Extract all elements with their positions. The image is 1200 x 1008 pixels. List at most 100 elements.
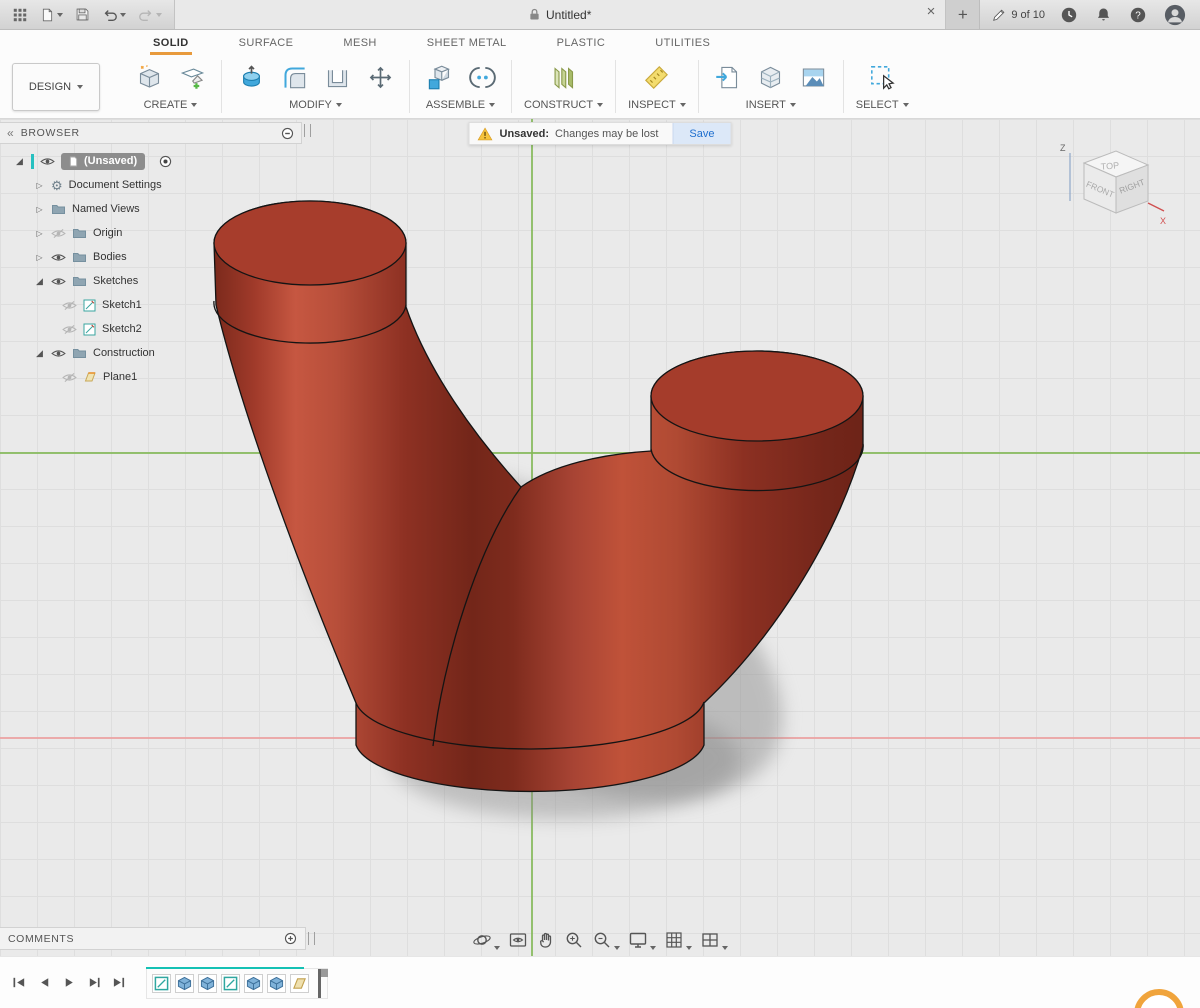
- new-tab-button[interactable]: +: [946, 0, 980, 29]
- select-cursor-icon[interactable]: [865, 60, 899, 94]
- grid-settings-tool[interactable]: [664, 930, 692, 950]
- tab-sheet-metal[interactable]: SHEET METAL: [424, 34, 510, 55]
- save-icon-button[interactable]: [73, 3, 92, 27]
- comments-panel[interactable]: COMMENTS: [0, 927, 306, 950]
- design-workspace-menu[interactable]: DESIGN: [12, 63, 100, 111]
- browser-item-bodies[interactable]: ▷ Bodies: [0, 245, 302, 269]
- timeline-feature-extrude[interactable]: [267, 974, 286, 993]
- new-solid-icon[interactable]: [132, 60, 166, 94]
- expander-icon[interactable]: ◢: [14, 156, 25, 167]
- browser-item-root[interactable]: ◢ (Unsaved): [0, 149, 302, 173]
- tab-utilities[interactable]: UTILITIES: [652, 34, 713, 55]
- expander-icon[interactable]: ▷: [34, 229, 45, 238]
- browser-item-document-settings[interactable]: ▷ ⚙ Document Settings: [0, 173, 302, 197]
- visibility-eye-off-icon[interactable]: [62, 372, 77, 383]
- panel-dock-icon[interactable]: [281, 127, 294, 140]
- save-button[interactable]: Save: [672, 123, 730, 144]
- help-icon[interactable]: ?: [1127, 3, 1149, 27]
- expander-icon[interactable]: ▷: [34, 253, 45, 262]
- shell-icon[interactable]: [320, 60, 354, 94]
- browser-panel-handle[interactable]: [304, 124, 311, 137]
- expander-icon[interactable]: ▷: [34, 181, 45, 190]
- visibility-eye-off-icon[interactable]: [62, 324, 77, 335]
- app-grid-icon[interactable]: [10, 3, 30, 27]
- create-sketch-icon[interactable]: [175, 60, 209, 94]
- canvas-icon[interactable]: [797, 60, 831, 94]
- session-counter[interactable]: 9 of 10: [992, 8, 1045, 22]
- browser-item-origin[interactable]: ▷ Origin: [0, 221, 302, 245]
- skip-start-button[interactable]: [12, 976, 27, 989]
- timeline-feature-sketch[interactable]: [221, 974, 240, 993]
- visibility-eye-off-icon[interactable]: [62, 300, 77, 311]
- timeline-feature-plane[interactable]: [290, 974, 309, 993]
- expander-icon[interactable]: ◢: [34, 276, 45, 287]
- tab-surface[interactable]: SURFACE: [236, 34, 297, 55]
- press-pull-icon[interactable]: [234, 60, 268, 94]
- add-comment-icon[interactable]: [284, 932, 297, 945]
- timeline-playhead[interactable]: [318, 969, 321, 998]
- timeline-track[interactable]: [146, 968, 328, 999]
- browser-item-sketches[interactable]: ◢ Sketches: [0, 269, 302, 293]
- visibility-eye-icon[interactable]: [51, 348, 66, 359]
- collapse-panel-icon[interactable]: «: [7, 127, 14, 139]
- construct-label[interactable]: CONSTRUCT: [524, 99, 603, 111]
- playhead-handle[interactable]: [321, 969, 328, 977]
- display-settings-tool[interactable]: [628, 930, 656, 950]
- expander-icon[interactable]: ▷: [34, 205, 45, 214]
- play-button[interactable]: [62, 976, 77, 989]
- viewports-tool[interactable]: [700, 930, 728, 950]
- comments-panel-handle[interactable]: [308, 932, 315, 945]
- fillet-icon[interactable]: [277, 60, 311, 94]
- visibility-eye-icon[interactable]: [51, 276, 66, 287]
- tab-plastic[interactable]: PLASTIC: [554, 34, 609, 55]
- visibility-eye-off-icon[interactable]: [51, 228, 66, 239]
- insert-mesh-icon[interactable]: [754, 60, 788, 94]
- undo-button[interactable]: [100, 3, 128, 27]
- move-copy-icon[interactable]: [363, 60, 397, 94]
- notifications-bell-icon[interactable]: [1093, 3, 1114, 27]
- insert-derive-icon[interactable]: [711, 60, 745, 94]
- browser-item-plane1[interactable]: Plane1: [0, 365, 302, 389]
- joint-icon[interactable]: [465, 60, 499, 94]
- timeline-feature-sketch[interactable]: [152, 974, 171, 993]
- assemble-label[interactable]: ASSEMBLE: [426, 99, 495, 111]
- pan-tool[interactable]: [536, 930, 556, 950]
- step-forward-button[interactable]: [87, 976, 102, 989]
- browser-header[interactable]: « BROWSER: [0, 122, 302, 144]
- visibility-eye-icon[interactable]: [51, 252, 66, 263]
- select-label[interactable]: SELECT: [856, 99, 909, 111]
- document-tab[interactable]: Untitled* ×: [174, 0, 946, 29]
- user-avatar[interactable]: [1162, 3, 1188, 27]
- modify-label[interactable]: MODIFY: [289, 99, 342, 111]
- measure-icon[interactable]: [640, 60, 674, 94]
- browser-item-named-views[interactable]: ▷ Named Views: [0, 197, 302, 221]
- fit-tool[interactable]: [592, 930, 620, 950]
- expander-icon[interactable]: ◢: [34, 348, 45, 359]
- active-component-radio[interactable]: [159, 155, 172, 168]
- job-status-clock-icon[interactable]: [1058, 3, 1080, 27]
- viewport-3d[interactable]: Z TOP FRONT RIGHT X Unsaved: Changes may…: [0, 119, 1200, 956]
- redo-button[interactable]: [136, 3, 164, 27]
- assistant-badge[interactable]: [1134, 989, 1184, 1008]
- browser-item-sketch2[interactable]: Sketch2: [0, 317, 302, 341]
- skip-end-button[interactable]: [112, 976, 127, 989]
- insert-label[interactable]: INSERT: [746, 99, 796, 111]
- timeline-feature-extrude[interactable]: [244, 974, 263, 993]
- inspect-label[interactable]: INSPECT: [628, 99, 686, 111]
- look-at-tool[interactable]: [508, 930, 528, 950]
- tab-mesh[interactable]: MESH: [340, 34, 379, 55]
- browser-item-sketch1[interactable]: Sketch1: [0, 293, 302, 317]
- tab-solid[interactable]: SOLID: [150, 34, 192, 55]
- file-menu-button[interactable]: [38, 3, 65, 27]
- right-branch-top-face[interactable]: [651, 351, 863, 441]
- root-document-pill[interactable]: (Unsaved): [61, 153, 145, 170]
- viewcube[interactable]: Z TOP FRONT RIGHT X: [1050, 139, 1174, 243]
- timeline-feature-extrude[interactable]: [175, 974, 194, 993]
- tab-close-icon[interactable]: ×: [927, 4, 936, 19]
- timeline-feature-extrude[interactable]: [198, 974, 217, 993]
- zoom-tool[interactable]: [564, 930, 584, 950]
- orbit-tool[interactable]: [472, 930, 500, 950]
- new-component-icon[interactable]: [422, 60, 456, 94]
- construction-plane-icon[interactable]: [547, 60, 581, 94]
- visibility-eye-icon[interactable]: [40, 156, 55, 167]
